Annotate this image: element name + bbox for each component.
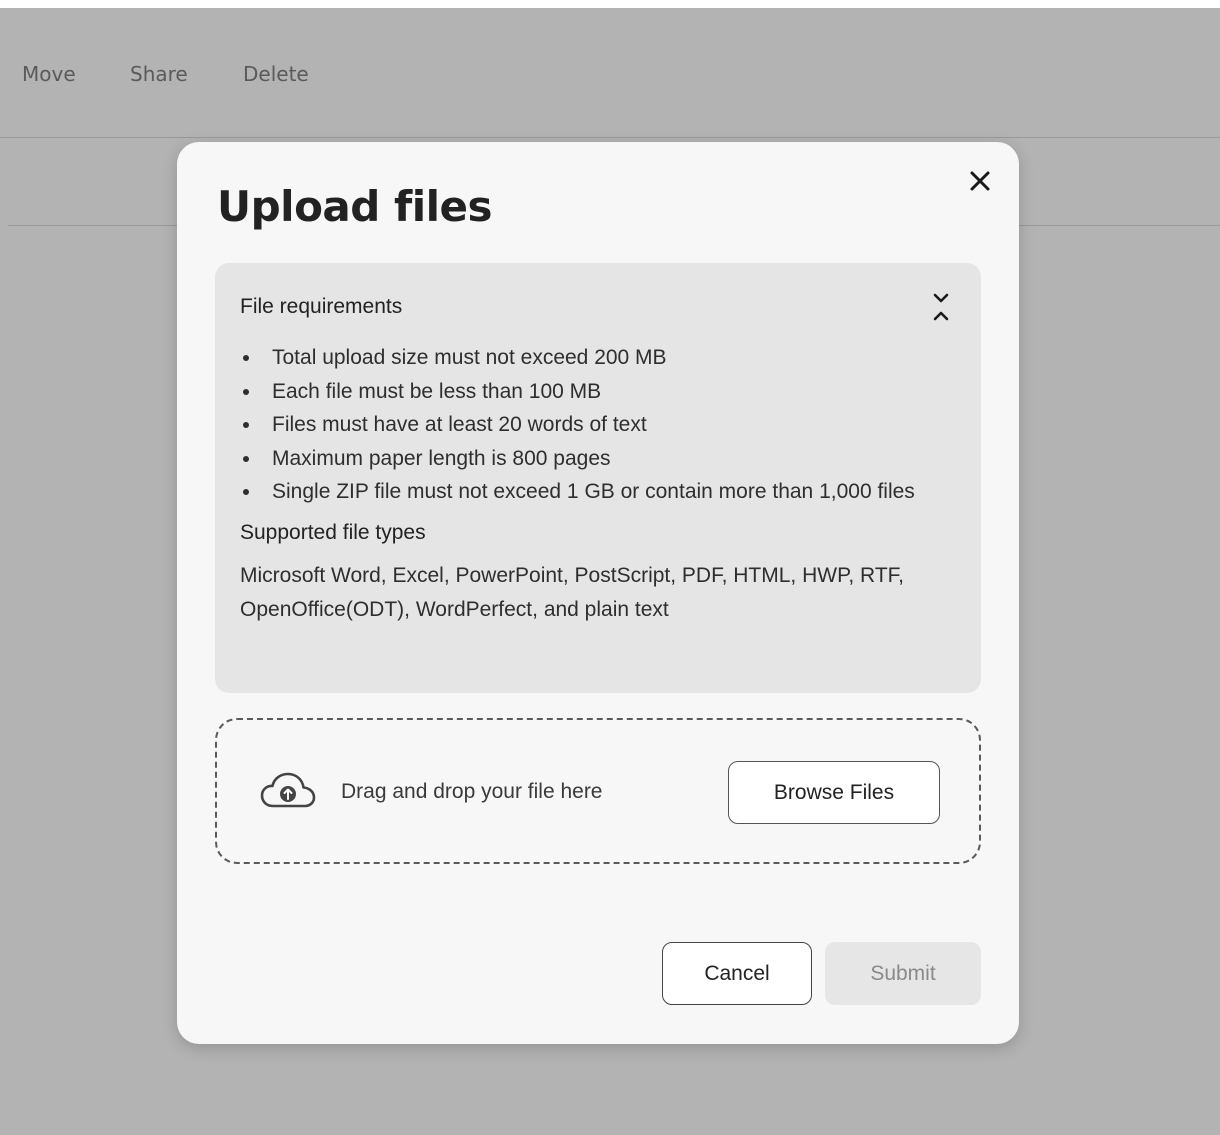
- requirement-item: Files must have at least 20 words of tex…: [240, 408, 955, 442]
- file-toolbar: Move Share Delete: [0, 8, 1220, 138]
- dropzone-text: Drag and drop your file here: [341, 780, 603, 803]
- close-button[interactable]: [963, 164, 997, 198]
- requirement-item: Maximum paper length is 800 pages: [240, 442, 955, 476]
- cloud-upload-icon: [260, 772, 316, 808]
- top-strip: [0, 0, 1220, 8]
- requirement-item: Each file must be less than 100 MB: [240, 375, 955, 409]
- cancel-button[interactable]: Cancel: [662, 942, 812, 1005]
- dialog-title: Upload files: [217, 182, 493, 231]
- supported-types-title: Supported file types: [240, 520, 426, 544]
- requirement-item: Total upload size must not exceed 200 MB: [240, 341, 955, 375]
- toolbar-share-button[interactable]: Share: [130, 62, 188, 86]
- requirements-collapse-button[interactable]: [927, 290, 955, 324]
- supported-types-text: Microsoft Word, Excel, PowerPoint, PostS…: [240, 563, 905, 621]
- submit-button[interactable]: Submit: [825, 942, 981, 1005]
- file-requirements-panel: File requirements Total upload size must…: [215, 263, 981, 693]
- requirements-header: File requirements: [240, 293, 955, 321]
- requirement-item: Single ZIP file must not exceed 1 GB or …: [240, 475, 955, 509]
- toolbar-move-button[interactable]: Move: [22, 62, 76, 86]
- close-icon: [970, 171, 990, 191]
- requirements-list: Total upload size must not exceed 200 MB…: [240, 341, 955, 509]
- collapse-chevrons-icon: [933, 293, 949, 321]
- requirements-title: File requirements: [240, 295, 403, 318]
- file-dropzone[interactable]: Drag and drop your file here Browse File…: [215, 718, 981, 864]
- browse-files-button[interactable]: Browse Files: [728, 761, 940, 824]
- upload-files-dialog: Upload files File requirements Total upl…: [177, 142, 1019, 1044]
- toolbar-delete-button[interactable]: Delete: [243, 62, 309, 86]
